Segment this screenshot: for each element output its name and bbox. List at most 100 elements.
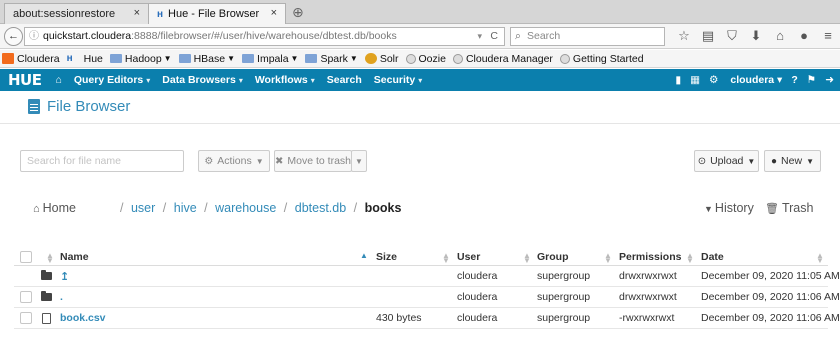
table-row[interactable]: ↥ cloudera supergroup drwxrwxrwxt Decemb… [14,266,840,287]
download-icon[interactable]: ⬇ [744,28,768,44]
breadcrumb-separator: / [162,201,167,215]
star-icon[interactable]: ☆ [672,28,696,44]
nav-security[interactable]: Security ▾ [374,74,422,86]
bookmark-cloudera-manager[interactable]: Cloudera Manager [452,53,553,65]
nav-query-editors[interactable]: Query Editors ▾ [74,74,150,86]
home-link[interactable]: ⌂ Home [33,201,76,215]
sort-icon[interactable]: ▲ ▼ [46,252,54,265]
hue-navbar: HUE ⌂ Query Editors ▾ Data Browsers ▾ Work… [0,69,840,91]
parent-dir-link[interactable]: ↥ [60,266,69,286]
breadcrumb-path: / user / hive / warehouse / dbtest.db / … [116,201,401,215]
checkbox[interactable] [20,291,32,303]
trash-link[interactable]: 🗑 Trash [765,201,813,215]
table-icon[interactable]: ▦ [690,74,700,86]
chat-icon[interactable]: ● [792,28,816,44]
trash-icon: 🗑 [765,203,779,215]
table-row[interactable]: book.csv 430 bytes cloudera supergroup -… [14,308,840,329]
nav-data-browsers[interactable]: Data Browsers ▾ [162,74,243,86]
sort-icon[interactable]: ▲ ▼ [604,252,612,265]
trash-options-button[interactable]: ▼ [351,150,367,172]
row-group: supergroup [537,312,591,324]
home-icon[interactable]: ⌂ [55,74,61,86]
checkbox[interactable] [20,251,32,263]
url-bar[interactable]: ⓘ quickstart.cloudera:8888/filebrowser/#… [24,27,505,46]
breadcrumb-segment-hive[interactable]: hive [174,201,197,215]
breadcrumb-segment-warehouse[interactable]: warehouse [215,201,276,215]
column-header-date[interactable]: Date [701,249,724,265]
column-header-name[interactable]: Name [60,249,89,265]
bookmark-hadoop[interactable]: Hadoop ▼ [109,53,172,65]
trash-label: Trash [781,201,814,215]
row-permissions: drwxrwxrwxt [619,270,677,282]
tab-sessionrestore[interactable]: about:sessionrestore × [4,3,149,24]
new-tab-icon[interactable]: ⊕ [292,4,304,21]
tab-hue-file-browser[interactable]: ʜ Hue - File Browser × [148,3,286,24]
file-search-input[interactable] [20,150,184,172]
breadcrumb-segment-user[interactable]: user [131,201,155,215]
current-dir-link[interactable]: . [60,287,63,307]
bookmark-hbase[interactable]: HBase ▼ [178,53,236,65]
actions-button[interactable]: ⚙ Actions ▼ [198,150,270,172]
help-icon[interactable]: ? [791,74,797,86]
upload-button[interactable]: ⊙ Upload ▼ [694,150,759,172]
sort-icon[interactable]: ▲ ▼ [523,252,531,265]
history-link[interactable]: ▼ History [704,201,754,215]
bookmark-impala[interactable]: Impala ▼ [242,53,298,65]
bookmark-getting-started[interactable]: Getting Started [559,53,644,65]
bookmark-spark[interactable]: Spark ▼ [305,53,358,65]
folder-icon [305,54,318,63]
plus-circle-icon: ● [771,155,778,167]
sort-asc-icon[interactable]: ▲ [360,252,368,260]
row-permissions: drwxrwxrwxt [619,291,677,303]
checkbox[interactable] [20,312,32,324]
sort-icon[interactable]: ▲ ▼ [442,252,450,265]
column-header-size[interactable]: Size [376,249,397,265]
folder-icon [40,270,52,280]
tab-label: about:sessionrestore [13,8,116,20]
file-icon [41,312,51,324]
row-checkbox-cell[interactable] [20,287,32,307]
move-to-trash-button[interactable]: ✖ Move to trash [274,150,352,172]
bookmark-cloudera[interactable]: Cloudera [2,53,60,65]
file-icon[interactable]: ▮ [675,74,681,86]
bookmark-solr[interactable]: Solr [364,53,399,65]
user-menu[interactable]: ⚙ cloudera ▾ [709,74,782,86]
bookmark-label: Hue [83,52,103,65]
nav-workflows[interactable]: Workflows ▾ [255,74,315,86]
file-link[interactable]: book.csv [60,308,106,328]
pocket-icon[interactable]: ⛉ [720,28,744,44]
new-button[interactable]: ● New ▼ [764,150,821,172]
bookmark-hue[interactable]: ʜ Hue [67,53,103,65]
row-date: December 09, 2020 11:05 AM [701,270,840,282]
close-icon[interactable]: × [134,7,140,19]
nav-search[interactable]: Search [327,74,362,86]
hue-logo[interactable]: HUE [8,71,42,89]
back-button[interactable]: ← [4,27,23,46]
reload-icon[interactable]: C [490,28,498,45]
reading-list-icon[interactable]: ▤ [696,28,720,44]
sort-icon[interactable]: ▲ ▼ [816,252,824,265]
nav-label: Query Editors [73,74,144,86]
bookmark-oozie[interactable]: Oozie [405,53,446,65]
chevron-down-icon: ▼ [227,54,236,63]
flag-icon[interactable]: ⚑ [807,74,816,86]
home-icon[interactable]: ⌂ [768,28,792,44]
browser-search-field[interactable]: ⌕ Search [510,27,665,46]
select-all-checkbox[interactable] [20,249,32,265]
close-icon[interactable]: × [271,7,277,19]
chevron-down-icon: ▼ [355,156,363,166]
chevron-down-icon: ▼ [290,54,299,63]
row-checkbox-cell[interactable] [20,308,32,328]
column-header-user[interactable]: User [457,249,480,265]
breadcrumb-segment-dbtest[interactable]: dbtest.db [295,201,346,215]
sort-icon[interactable]: ▲ ▼ [686,252,694,265]
column-header-group[interactable]: Group [537,249,569,265]
logout-icon[interactable]: ➜ [825,74,834,86]
info-icon[interactable]: ⓘ [29,28,39,45]
row-user: cloudera [457,270,498,282]
menu-icon[interactable]: ≡ [816,28,840,44]
column-header-permissions[interactable]: Permissions [619,249,681,265]
nav-label: Workflows [254,74,308,86]
table-row[interactable]: . cloudera supergroup drwxrwxrwxt Decemb… [14,287,840,308]
chevron-down-icon[interactable]: ▾ [477,28,482,45]
